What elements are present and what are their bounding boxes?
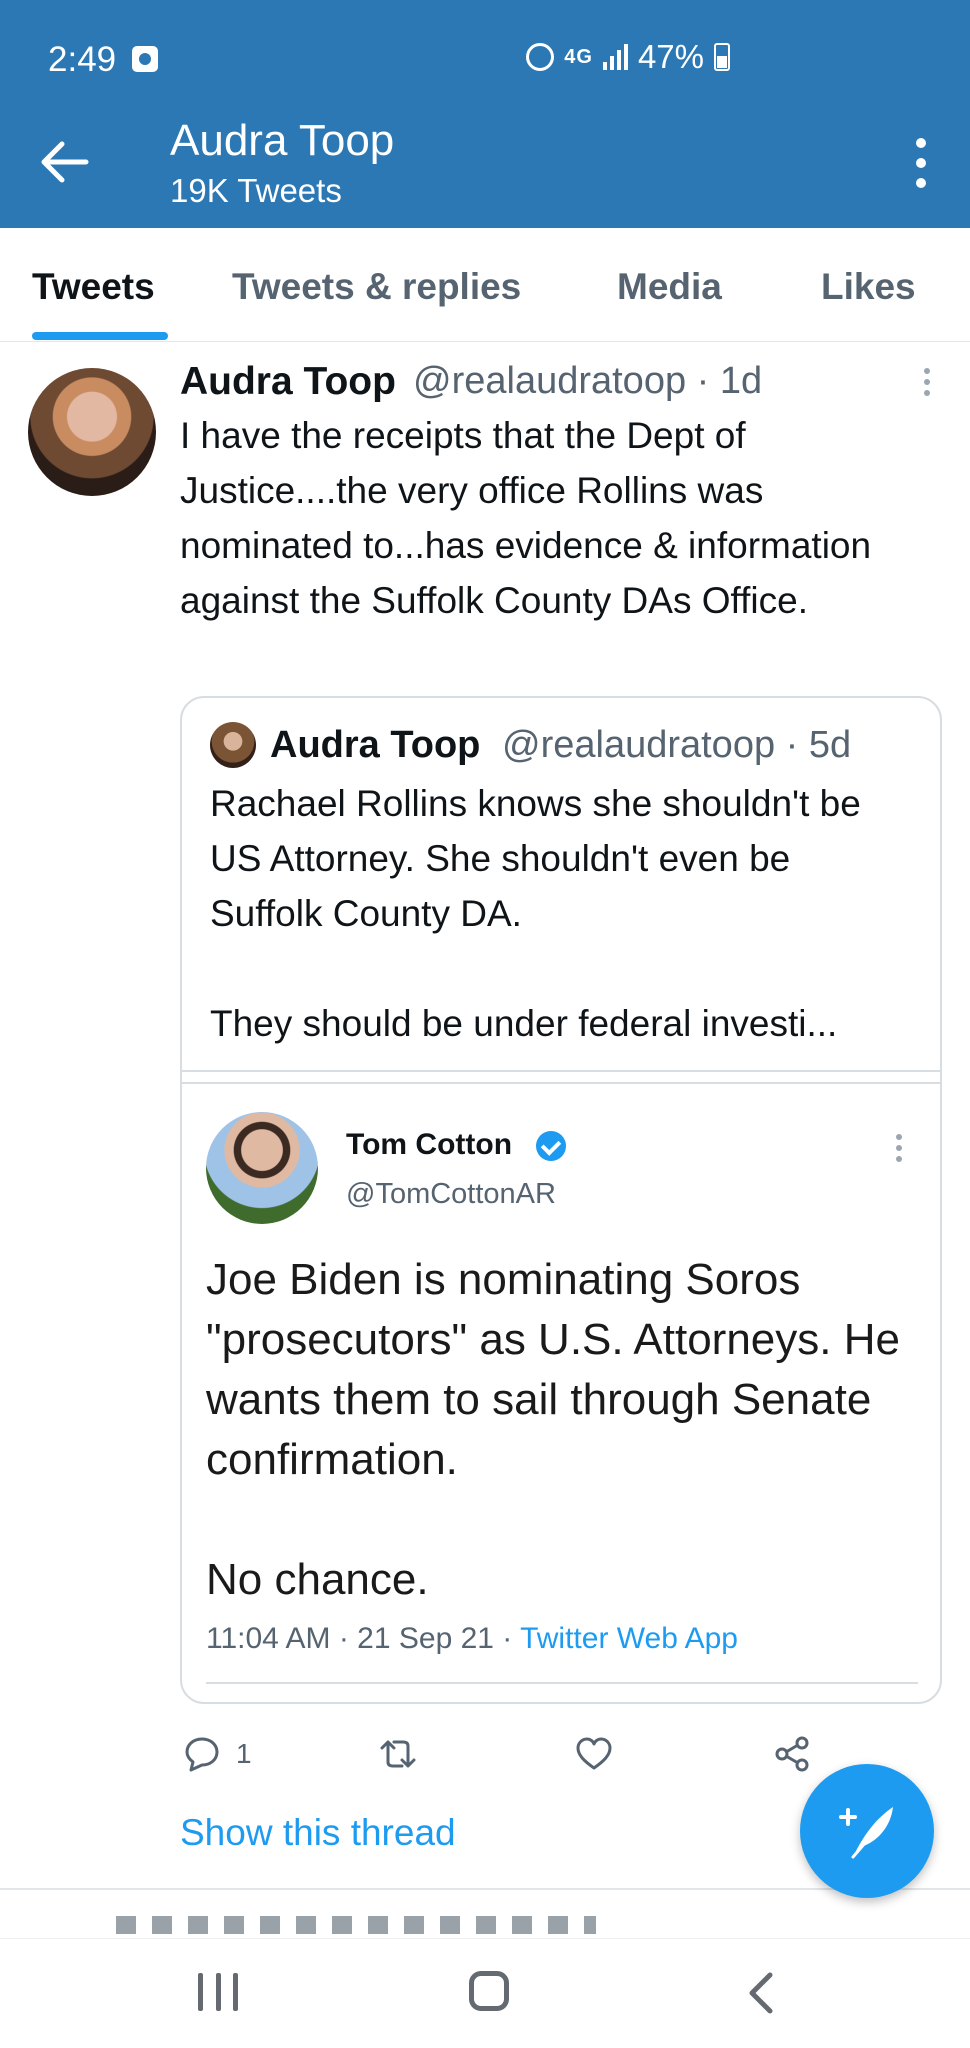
system-back-icon[interactable] xyxy=(742,1971,782,2015)
signal-icon xyxy=(602,44,628,70)
embedded-more-icon xyxy=(896,1134,904,1164)
next-tweet-peek xyxy=(116,1916,596,1934)
comment-icon xyxy=(185,1737,219,1772)
tab-tweets[interactable]: Tweets xyxy=(32,266,155,308)
feather-plus-icon xyxy=(839,1807,893,1859)
like-button[interactable] xyxy=(574,1730,614,1778)
compose-tweet-button[interactable] xyxy=(800,1764,934,1898)
back-arrow-icon[interactable] xyxy=(40,140,90,184)
top-bar: 2:49 4G 47% Audra Toop 19K Tweets xyxy=(0,0,970,228)
status-time: 2:49 xyxy=(48,40,117,79)
embedded-timestamp: 11:04 AM · 21 Sep 21 · xyxy=(206,1622,521,1655)
embedded-tweet-text: Joe Biden is nominating Soros "prosecuto… xyxy=(206,1250,926,1610)
quote-image-divider xyxy=(182,1070,940,1084)
battery-percent: 47% xyxy=(637,38,704,75)
show-thread-link[interactable]: Show this thread xyxy=(180,1812,456,1854)
quoted-author-name: Audra Toop xyxy=(270,724,481,766)
profile-tabs: Tweets Tweets & replies Media Likes xyxy=(0,228,970,342)
embedded-source-app: Twitter Web App xyxy=(520,1622,738,1655)
heart-icon xyxy=(576,1737,612,1770)
quoted-author-handle: @realaudratoop · 5d xyxy=(502,724,852,766)
quoted-tweet-text: Rachael Rollins knows she shouldn't be U… xyxy=(210,776,910,1051)
embedded-tweet-meta: 11:04 AM · 21 Sep 21 · Twitter Web App xyxy=(206,1622,738,1656)
quoted-text-paragraph-1: Rachael Rollins knows she shouldn't be U… xyxy=(210,783,861,934)
alarm-icon xyxy=(526,43,555,71)
tweet-author-name[interactable]: Audra Toop xyxy=(180,360,396,404)
active-tab-indicator xyxy=(32,332,168,340)
system-navigation-bar xyxy=(0,1938,970,2048)
tweet-count: 19K Tweets xyxy=(170,172,342,209)
recent-apps-icon[interactable] xyxy=(198,1973,238,2013)
retweet-button[interactable] xyxy=(378,1730,418,1778)
status-indicators: 4G 47% xyxy=(526,38,730,76)
embedded-author-avatar xyxy=(206,1112,318,1224)
status-bar: 2:49 4G 47% xyxy=(0,0,970,118)
network-type: 4G xyxy=(564,45,593,68)
tweet-author-handle[interactable]: @realaudratoop · 1d xyxy=(413,360,762,403)
battery-icon xyxy=(714,43,730,71)
embedded-author-name: Tom Cotton xyxy=(346,1128,513,1161)
tab-media[interactable]: Media xyxy=(617,266,722,308)
author-avatar[interactable] xyxy=(28,368,156,496)
tab-likes[interactable]: Likes xyxy=(821,266,916,308)
share-icon xyxy=(775,1736,809,1772)
reply-button[interactable]: 1 xyxy=(182,1730,252,1778)
more-options-icon[interactable] xyxy=(916,138,928,188)
notification-icon xyxy=(132,46,158,72)
tweet-separator xyxy=(0,1888,970,1890)
share-button[interactable] xyxy=(772,1730,812,1778)
tweet-more-icon[interactable] xyxy=(924,368,932,400)
quoted-author-avatar xyxy=(210,722,256,768)
tab-tweets-and-replies[interactable]: Tweets & replies xyxy=(232,266,521,308)
verified-badge-icon xyxy=(536,1131,566,1161)
profile-name: Audra Toop xyxy=(170,116,395,165)
retweet-icon xyxy=(380,1740,416,1768)
quoted-tweet[interactable]: Audra Toop @realaudratoop · 5d Rachael R… xyxy=(180,696,942,1704)
tweet-text: I have the receipts that the Dept of Jus… xyxy=(180,415,872,621)
reply-count: 1 xyxy=(236,1738,252,1769)
embedded-divider xyxy=(206,1682,918,1684)
embedded-author-handle: @TomCottonAR xyxy=(346,1178,556,1210)
embedded-text-paragraph-1: Joe Biden is nominating Soros "prosecuto… xyxy=(206,1255,900,1484)
home-icon[interactable] xyxy=(469,1971,509,2011)
embedded-text-paragraph-2: No chance. xyxy=(206,1555,429,1604)
quoted-text-paragraph-2: They should be under federal investi... xyxy=(210,1003,838,1044)
